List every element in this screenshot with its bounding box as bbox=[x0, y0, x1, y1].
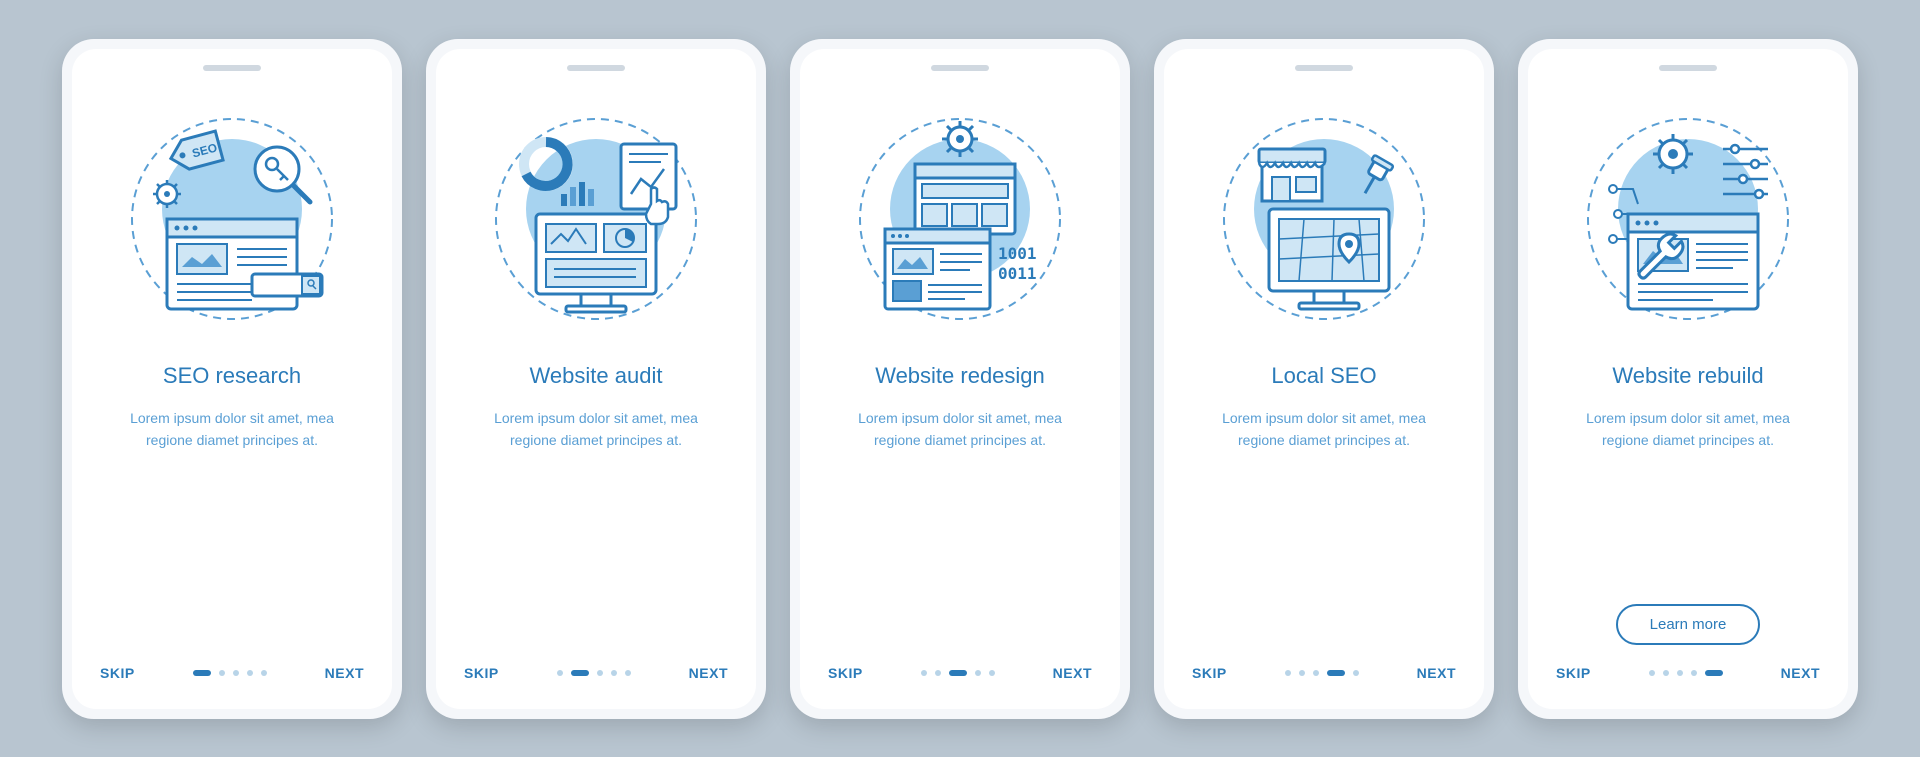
dot bbox=[233, 670, 239, 676]
dot-active bbox=[193, 670, 211, 676]
dot bbox=[935, 670, 941, 676]
nav-bar: SKIP NEXT bbox=[100, 665, 364, 681]
next-button[interactable]: NEXT bbox=[325, 665, 364, 681]
dot bbox=[611, 670, 617, 676]
page-indicator bbox=[193, 670, 267, 676]
screen-description: Lorem ipsum dolor sit amet, mea regione … bbox=[1556, 407, 1820, 588]
nav-bar: SKIP NEXT bbox=[1192, 665, 1456, 681]
onboarding-screen-2: Website audit Lorem ipsum dolor sit amet… bbox=[436, 49, 756, 709]
screen-description: Lorem ipsum dolor sit amet, mea regione … bbox=[464, 407, 728, 645]
dot bbox=[989, 670, 995, 676]
dot-active bbox=[1327, 670, 1345, 676]
website-audit-icon bbox=[476, 99, 716, 339]
dot bbox=[1313, 670, 1319, 676]
screen-title: Website rebuild bbox=[1612, 363, 1763, 389]
phone-mockup-1: SEO SEO research Lorem ipsum dolor sit a… bbox=[62, 39, 402, 719]
next-button[interactable]: NEXT bbox=[1053, 665, 1092, 681]
nav-bar: SKIP NEXT bbox=[1556, 665, 1820, 681]
screen-title: Website redesign bbox=[875, 363, 1045, 389]
skip-button[interactable]: SKIP bbox=[828, 665, 863, 681]
dot bbox=[219, 670, 225, 676]
dot bbox=[1299, 670, 1305, 676]
dot bbox=[1677, 670, 1683, 676]
phone-mockup-3: 1001 0011 Website redesign Lorem ipsum d… bbox=[790, 39, 1130, 719]
dot-active bbox=[1705, 670, 1723, 676]
nav-bar: SKIP NEXT bbox=[464, 665, 728, 681]
dot bbox=[1285, 670, 1291, 676]
svg-text:0011: 0011 bbox=[998, 264, 1037, 283]
skip-button[interactable]: SKIP bbox=[1192, 665, 1227, 681]
dot bbox=[597, 670, 603, 676]
dot-active bbox=[949, 670, 967, 676]
next-button[interactable]: NEXT bbox=[1417, 665, 1456, 681]
page-indicator bbox=[557, 670, 631, 676]
next-button[interactable]: NEXT bbox=[1781, 665, 1820, 681]
onboarding-screen-1: SEO SEO research Lorem ipsum dolor sit a… bbox=[72, 49, 392, 709]
skip-button[interactable]: SKIP bbox=[100, 665, 135, 681]
screen-title: Local SEO bbox=[1271, 363, 1376, 389]
svg-text:1001: 1001 bbox=[998, 244, 1037, 263]
skip-button[interactable]: SKIP bbox=[464, 665, 499, 681]
next-button[interactable]: NEXT bbox=[689, 665, 728, 681]
seo-research-icon: SEO bbox=[112, 99, 352, 339]
screen-description: Lorem ipsum dolor sit amet, mea regione … bbox=[1192, 407, 1456, 645]
screen-description: Lorem ipsum dolor sit amet, mea regione … bbox=[828, 407, 1092, 645]
skip-button[interactable]: SKIP bbox=[1556, 665, 1591, 681]
website-redesign-icon: 1001 0011 bbox=[840, 99, 1080, 339]
dot bbox=[975, 670, 981, 676]
nav-bar: SKIP NEXT bbox=[828, 665, 1092, 681]
dot bbox=[261, 670, 267, 676]
learn-more-button[interactable]: Learn more bbox=[1616, 604, 1761, 645]
onboarding-screen-4: Local SEO Lorem ipsum dolor sit amet, me… bbox=[1164, 49, 1484, 709]
onboarding-screen-3: 1001 0011 Website redesign Lorem ipsum d… bbox=[800, 49, 1120, 709]
dot bbox=[921, 670, 927, 676]
screen-title: Website audit bbox=[530, 363, 663, 389]
onboarding-screen-5: Website rebuild Lorem ipsum dolor sit am… bbox=[1528, 49, 1848, 709]
page-indicator bbox=[921, 670, 995, 676]
local-seo-icon bbox=[1204, 99, 1444, 339]
page-indicator bbox=[1285, 670, 1359, 676]
screen-description: Lorem ipsum dolor sit amet, mea regione … bbox=[100, 407, 364, 645]
website-rebuild-icon bbox=[1568, 99, 1808, 339]
dot bbox=[557, 670, 563, 676]
phone-mockup-5: Website rebuild Lorem ipsum dolor sit am… bbox=[1518, 39, 1858, 719]
phone-mockup-4: Local SEO Lorem ipsum dolor sit amet, me… bbox=[1154, 39, 1494, 719]
dot bbox=[625, 670, 631, 676]
screen-title: SEO research bbox=[163, 363, 301, 389]
dot bbox=[1353, 670, 1359, 676]
page-indicator bbox=[1649, 670, 1723, 676]
dot bbox=[1663, 670, 1669, 676]
dot bbox=[247, 670, 253, 676]
phone-mockup-2: Website audit Lorem ipsum dolor sit amet… bbox=[426, 39, 766, 719]
dot-active bbox=[571, 670, 589, 676]
dot bbox=[1691, 670, 1697, 676]
dot bbox=[1649, 670, 1655, 676]
